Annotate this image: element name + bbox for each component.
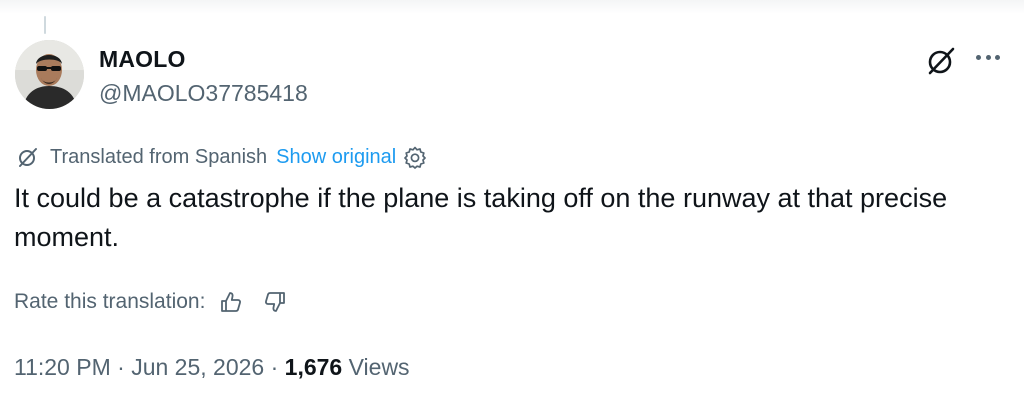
more-options-icon[interactable] [970,44,1006,70]
display-name[interactable]: MAOLO [99,46,186,73]
post-date[interactable]: Jun 25, 2026 [131,354,264,380]
grok-translate-icon [19,148,37,167]
post-metadata: 11:20 PM · Jun 25, 2026 · 1,676 Views [14,354,410,381]
thumbs-down-icon[interactable] [263,290,287,314]
views-count: 1,676 [284,354,343,380]
thread-connector-line [44,16,46,34]
show-original-link[interactable]: Show original [276,146,396,169]
rate-translation-label: Rate this translation: [14,290,206,313]
translation-notice: Translated from Spanish Show original [16,144,427,170]
meta-separator: · [270,354,279,380]
previous-post-edge [0,0,1024,14]
translated-from-label: Translated from Spanish [50,145,268,168]
meta-separator: · [117,354,125,380]
thumbs-up-icon[interactable] [219,290,243,314]
user-handle[interactable]: @MAOLO37785418 [99,80,308,107]
views-label: Views [348,354,410,380]
tweet: MAOLO @MAOLO37785418 Translated from Spa… [0,0,1024,407]
grok-icon[interactable] [924,44,958,78]
avatar[interactable] [15,40,84,109]
post-time[interactable]: 11:20 PM [14,354,111,380]
gear-icon[interactable] [403,145,427,169]
rate-translation: Rate this translation: [14,286,287,318]
post-text: It could be a catastrophe if the plane i… [14,183,948,252]
